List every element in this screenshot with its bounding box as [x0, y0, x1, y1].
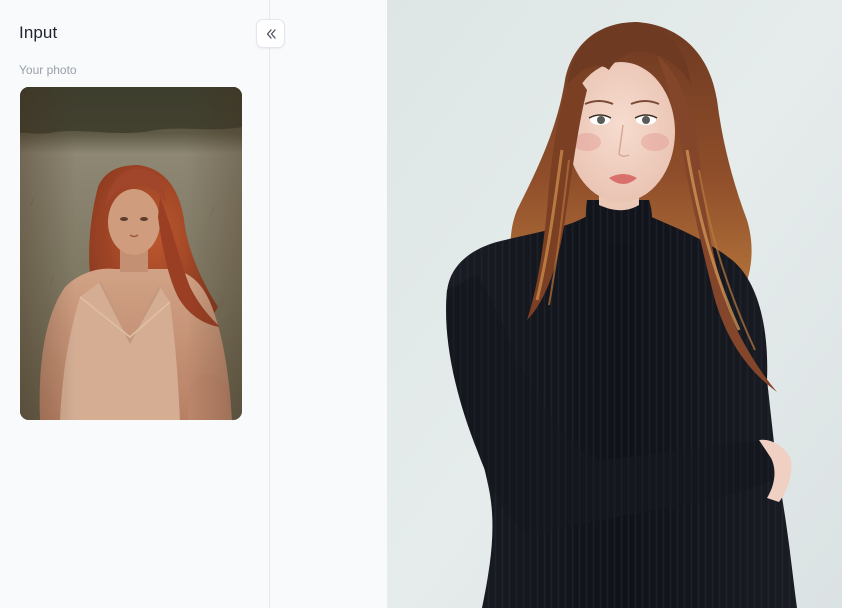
canvas-gap [271, 0, 387, 608]
app-window: Input Your photo [0, 0, 842, 608]
double-chevron-left-icon [265, 28, 277, 40]
your-photo-label: Your photo [19, 63, 77, 77]
input-sidebar: Input Your photo [0, 0, 285, 608]
input-photo-thumbnail[interactable] [20, 87, 242, 420]
panel-title: Input [19, 23, 58, 42]
result-image[interactable] [387, 0, 842, 608]
collapse-sidebar-button[interactable] [256, 19, 285, 48]
